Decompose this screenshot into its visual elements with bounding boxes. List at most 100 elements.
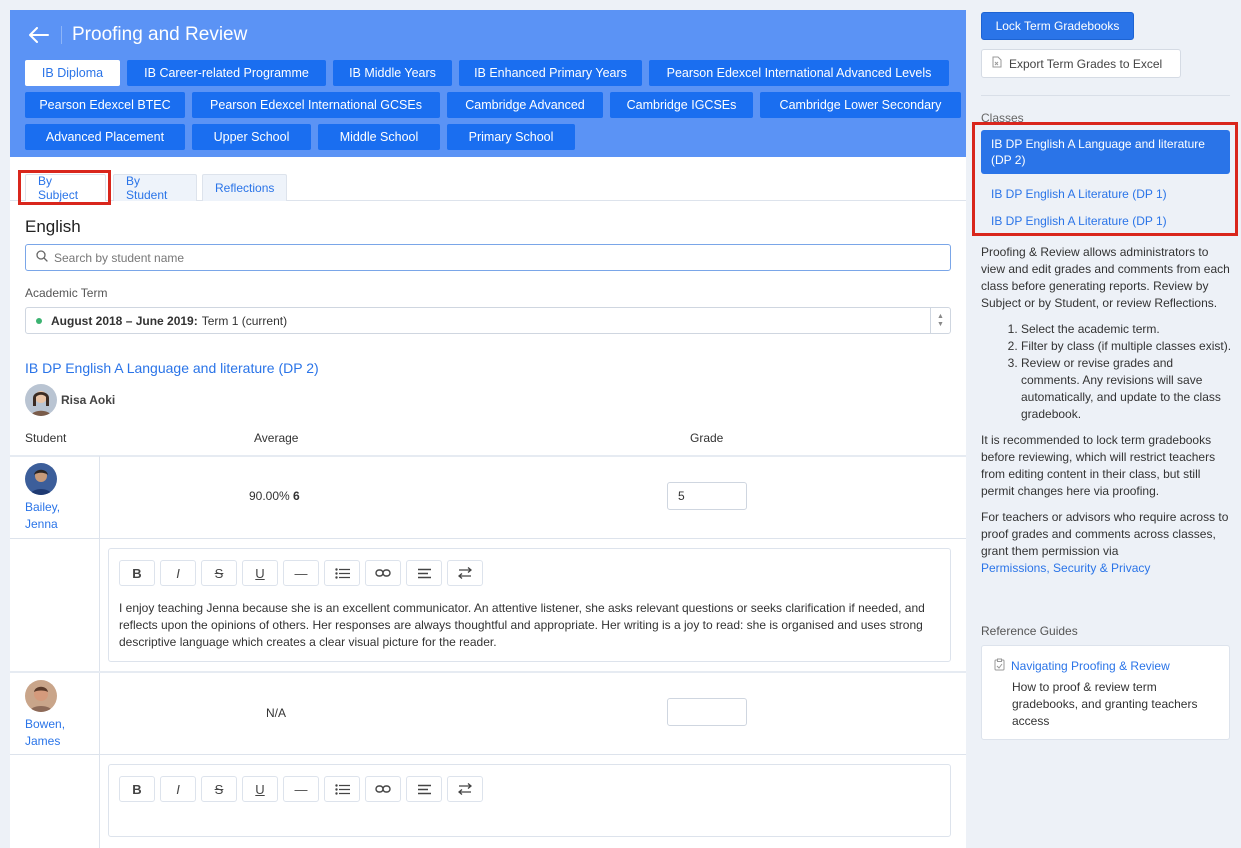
subject-heading: English: [25, 217, 81, 236]
programme-ib-diploma[interactable]: IB Diploma: [25, 60, 120, 86]
teacher-info: Risa Aoki: [25, 384, 115, 416]
help-lock: It is recommended to lock term gradebook…: [981, 433, 1216, 498]
underline-button[interactable]: U: [242, 560, 278, 586]
horizontal-rule-button[interactable]: —: [283, 776, 319, 802]
main-panel: Proofing and Review IB Diploma IB Career…: [10, 10, 966, 848]
horizontal-rule-button[interactable]: —: [283, 560, 319, 586]
strikethrough-button[interactable]: S: [201, 560, 237, 586]
reference-guides-label: Reference Guides: [981, 624, 1078, 638]
student-last-name: Bailey,: [25, 500, 61, 514]
column-divider: [99, 673, 100, 848]
student-first-name: Jenna: [25, 517, 58, 531]
help-steps: Select the academic term. Filter by clas…: [1021, 321, 1233, 423]
link-icon[interactable]: [365, 776, 401, 802]
programme-ib-enhanced-primary[interactable]: IB Enhanced Primary Years: [459, 60, 642, 86]
reference-guide-title[interactable]: Navigating Proofing & Review: [994, 658, 1217, 674]
programme-ib-middle-years[interactable]: IB Middle Years: [333, 60, 452, 86]
align-left-icon[interactable]: [406, 776, 442, 802]
column-student: Student: [25, 431, 67, 445]
bold-button[interactable]: B: [119, 560, 155, 586]
table-header-divider: [10, 455, 966, 457]
student-cell: Bowen, James: [25, 680, 65, 750]
sidebar-divider: [981, 95, 1230, 96]
student-name-link[interactable]: Bowen, James: [25, 716, 65, 750]
align-left-icon[interactable]: [406, 560, 442, 586]
bold-button[interactable]: B: [119, 776, 155, 802]
programme-row-3: Advanced Placement Upper School Middle S…: [25, 124, 966, 150]
reference-guide-desc: How to proof & review term gradebooks, a…: [1012, 680, 1198, 728]
row-divider: [10, 671, 966, 673]
reference-guide-card[interactable]: Navigating Proofing & Review How to proo…: [981, 645, 1230, 740]
text-direction-icon[interactable]: [447, 776, 483, 802]
student-average: N/A: [266, 706, 286, 720]
tab-by-student[interactable]: By Student: [113, 174, 197, 202]
programme-ib-career-related[interactable]: IB Career-related Programme: [127, 60, 326, 86]
class-title-link[interactable]: IB DP English A Language and literature …: [25, 360, 319, 376]
help-step: Review or revise grades and comments. An…: [1021, 355, 1233, 423]
student-cell: Bailey, Jenna: [25, 463, 60, 533]
comment-text[interactable]: I enjoy teaching Jenna because she is an…: [109, 586, 950, 661]
bullet-list-icon[interactable]: [324, 560, 360, 586]
search-input[interactable]: [54, 250, 934, 265]
bullet-list-icon[interactable]: [324, 776, 360, 802]
permissions-link[interactable]: Permissions, Security & Privacy: [981, 561, 1150, 575]
student-avatar: [25, 463, 57, 495]
programme-pearson-igcse[interactable]: Pearson Edexcel International GCSEs: [192, 92, 440, 118]
programme-cambridge-lower-secondary[interactable]: Cambridge Lower Secondary: [760, 92, 961, 118]
italic-button[interactable]: I: [160, 560, 196, 586]
comment-text[interactable]: [109, 802, 950, 826]
student-name-link[interactable]: Bailey, Jenna: [25, 499, 60, 533]
view-tabs: By Subject By Student Reflections: [10, 174, 966, 202]
title-divider: [61, 26, 62, 44]
underline-button[interactable]: U: [242, 776, 278, 802]
programme-pearson-btec[interactable]: Pearson Edexcel BTEC: [25, 92, 185, 118]
text-direction-icon[interactable]: [447, 560, 483, 586]
row-divider: [10, 754, 966, 755]
programme-upper-school[interactable]: Upper School: [192, 124, 311, 150]
programme-advanced-placement[interactable]: Advanced Placement: [25, 124, 185, 150]
help-permissions-text: For teachers or advisors who require acr…: [981, 510, 1229, 558]
status-dot: [36, 317, 42, 324]
column-grade: Grade: [690, 431, 724, 445]
average-percent: N/A: [266, 706, 287, 720]
term-range: August 2018 – June 2019:: [51, 313, 198, 328]
highlight-box-tab: [18, 170, 111, 205]
editor-toolbar: B I S U —: [109, 765, 950, 802]
programme-middle-school[interactable]: Middle School: [318, 124, 440, 150]
highlight-box-classes: [972, 122, 1238, 236]
help-step: Select the academic term.: [1021, 321, 1233, 338]
page-header: Proofing and Review IB Diploma IB Career…: [10, 10, 966, 157]
help-permissions: For teachers or advisors who require acr…: [981, 509, 1233, 577]
grade-input[interactable]: [667, 698, 747, 726]
row-divider: [10, 538, 966, 539]
search-box: [25, 244, 951, 271]
programme-primary-school[interactable]: Primary School: [447, 124, 575, 150]
programme-cambridge-igcse[interactable]: Cambridge IGCSEs: [610, 92, 753, 118]
programme-row-2: Pearson Edexcel BTEC Pearson Edexcel Int…: [25, 92, 966, 118]
average-percent: 90.00%: [249, 489, 290, 503]
select-caret-icon: ▲ ▼: [930, 308, 950, 333]
teacher-name: Risa Aoki: [61, 393, 116, 407]
academic-term-select[interactable]: August 2018 – June 2019: Term 1 (current…: [25, 307, 951, 334]
help-intro: Proofing & Review allows administrators …: [981, 245, 1230, 310]
page-title: Proofing and Review: [72, 24, 248, 45]
editor-toolbar: B I S U —: [109, 549, 950, 586]
link-icon[interactable]: [365, 560, 401, 586]
programme-pearson-ial[interactable]: Pearson Edexcel International Advanced L…: [649, 60, 949, 86]
grade-input[interactable]: 5: [667, 482, 747, 510]
teacher-avatar: [25, 384, 57, 416]
export-excel-button[interactable]: Export Term Grades to Excel: [981, 49, 1181, 78]
column-divider: [99, 456, 100, 672]
excel-file-icon: [992, 56, 1002, 71]
lock-gradebooks-button[interactable]: Lock Term Gradebooks: [981, 12, 1134, 40]
italic-button[interactable]: I: [160, 776, 196, 802]
programme-cambridge-advanced[interactable]: Cambridge Advanced: [447, 92, 603, 118]
term-value: Term 1 (current): [201, 313, 288, 328]
clipboard-icon: [994, 658, 1005, 674]
comment-editor: B I S U —: [108, 764, 951, 837]
strikethrough-button[interactable]: S: [201, 776, 237, 802]
help-step: Filter by class (if multiple classes exi…: [1021, 338, 1233, 355]
back-arrow-icon[interactable]: [27, 23, 51, 47]
tab-reflections[interactable]: Reflections: [202, 174, 287, 201]
academic-term-label: Academic Term: [25, 286, 108, 300]
